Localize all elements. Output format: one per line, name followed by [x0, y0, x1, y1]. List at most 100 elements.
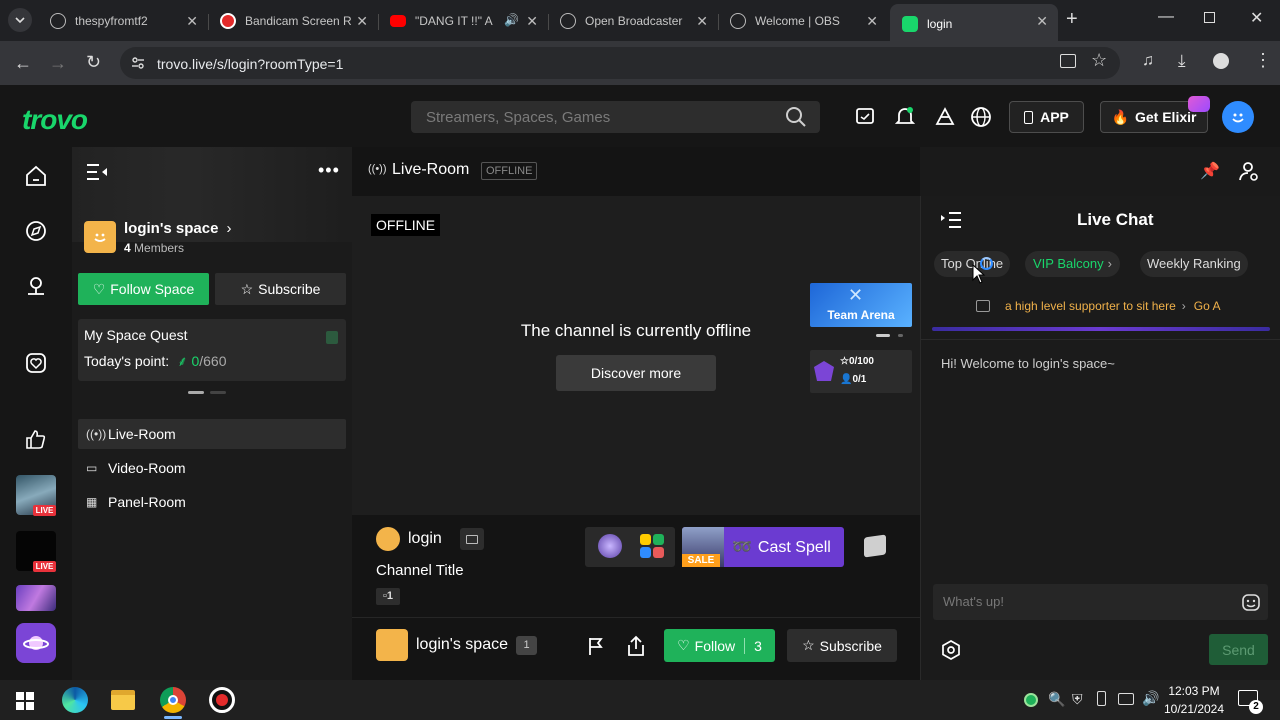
- file-explorer-icon[interactable]: [111, 690, 135, 710]
- bookmark-star-icon[interactable]: ☆: [1091, 50, 1107, 71]
- new-tab-button[interactable]: +: [1066, 8, 1078, 31]
- reload-icon[interactable]: ↻: [86, 52, 101, 73]
- back-icon[interactable]: ←: [14, 53, 32, 74]
- heart-icon[interactable]: [18, 345, 54, 381]
- profile-icon[interactable]: [1213, 53, 1229, 69]
- close-icon[interactable]: ✕: [356, 13, 368, 30]
- download-icon[interactable]: ⤓: [1178, 51, 1186, 71]
- thumbs-up-icon[interactable]: [18, 422, 54, 458]
- collapse-sidebar-icon[interactable]: [85, 163, 109, 181]
- user-avatar[interactable]: [1222, 101, 1254, 133]
- astronaut-gift-icon[interactable]: [598, 534, 622, 558]
- footer-subscribe-button[interactable]: ☆ Subscribe: [787, 629, 897, 662]
- location-icon[interactable]: [18, 268, 54, 304]
- sidebar-item-live-room[interactable]: ((•)) Live-Room: [78, 419, 346, 449]
- media-controls-icon[interactable]: ♫: [1142, 52, 1154, 70]
- chat-tab-weekly-ranking[interactable]: Weekly Ranking: [1140, 251, 1248, 277]
- chrome-icon[interactable]: [160, 687, 186, 713]
- follow-space-button[interactable]: ♡ Follow Space: [78, 273, 209, 305]
- browser-tab[interactable]: Open Broadcaster ✕: [548, 6, 719, 36]
- space-name[interactable]: login's space ›: [124, 220, 231, 237]
- room-status-badge: OFFLINE: [481, 162, 538, 180]
- usb-tray-icon[interactable]: [1097, 691, 1106, 706]
- report-flag-icon[interactable]: [586, 636, 606, 656]
- close-icon[interactable]: ✕: [526, 13, 538, 30]
- sidebar-item-video-room[interactable]: ▭ Video-Room: [78, 453, 346, 483]
- browser-tab[interactable]: "DANG IT !!" A 🔊 ✕: [378, 6, 549, 36]
- clock-time[interactable]: 12:03 PM: [1166, 684, 1222, 698]
- chat-tab-vip-balcony[interactable]: VIP Balcony ›: [1025, 251, 1120, 277]
- close-icon[interactable]: ✕: [1036, 13, 1048, 30]
- obs-tray-icon[interactable]: [1024, 693, 1038, 707]
- app-button[interactable]: APP: [1009, 101, 1084, 133]
- search-icon[interactable]: [785, 106, 807, 128]
- streamer-name[interactable]: login: [408, 530, 442, 548]
- chat-settings-icon[interactable]: [941, 640, 961, 660]
- carousel-indicator: [210, 391, 226, 394]
- close-icon[interactable]: ✕: [186, 13, 198, 30]
- restore-button[interactable]: [1204, 12, 1215, 23]
- windows-start-icon[interactable]: [16, 692, 34, 710]
- games-icon[interactable]: [934, 106, 956, 128]
- streamer-avatar[interactable]: [376, 527, 400, 551]
- followed-channel-avatar[interactable]: [16, 585, 56, 611]
- message-icon[interactable]: [460, 528, 484, 550]
- notification-bell-icon[interactable]: [895, 106, 915, 128]
- tab-search-button[interactable]: [8, 8, 32, 32]
- close-icon[interactable]: ✕: [696, 13, 708, 30]
- mail-icon[interactable]: [976, 300, 990, 312]
- minimize-button[interactable]: —: [1158, 8, 1174, 26]
- security-tray-icon[interactable]: ⛨: [1072, 691, 1083, 708]
- collapse-chat-icon[interactable]: [940, 211, 962, 229]
- home-icon[interactable]: [18, 158, 54, 194]
- tab-title: "DANG IT !!" A: [415, 14, 493, 28]
- follow-button[interactable]: ♡ Follow 3: [664, 629, 775, 662]
- globe-icon: [50, 13, 66, 29]
- apps-gift-icon[interactable]: [640, 534, 664, 558]
- chat-input-placeholder: What's up!: [943, 594, 1005, 609]
- browser-tab[interactable]: Bandicam Screen R ✕: [208, 6, 379, 36]
- bandicam-icon[interactable]: [209, 687, 235, 713]
- menu-icon[interactable]: ⋮: [1254, 50, 1272, 71]
- install-app-icon[interactable]: [1060, 54, 1076, 68]
- chat-ticker[interactable]: a high level supporter to sit here › Go A: [1005, 299, 1233, 313]
- site-info-icon[interactable]: [130, 55, 144, 69]
- chat-message-icon[interactable]: [855, 107, 875, 127]
- planet-space-icon[interactable]: [16, 623, 56, 663]
- send-button[interactable]: Send: [1209, 634, 1268, 665]
- sidebar-item-panel-room[interactable]: ▦ Panel-Room: [78, 487, 346, 517]
- more-options-icon[interactable]: •••: [318, 160, 340, 181]
- network-tray-icon[interactable]: [1118, 693, 1134, 705]
- browser-tab-active[interactable]: login ✕: [890, 4, 1058, 41]
- ticker-underline: [932, 327, 1270, 331]
- edge-icon[interactable]: [62, 687, 88, 713]
- pin-icon[interactable]: 📌: [1200, 161, 1220, 181]
- user-settings-icon[interactable]: [1238, 160, 1260, 182]
- browser-tab[interactable]: Welcome | OBS ✕: [718, 6, 888, 36]
- url-text[interactable]: trovo.live/s/login?roomType=1: [157, 56, 343, 72]
- close-icon[interactable]: ✕: [866, 13, 878, 30]
- volume-tray-icon[interactable]: 🔊: [1142, 690, 1159, 707]
- explore-icon[interactable]: [18, 213, 54, 249]
- space-avatar[interactable]: [84, 221, 116, 253]
- language-globe-icon[interactable]: [970, 106, 992, 128]
- footer-space-badge: 1: [516, 636, 537, 655]
- close-window-button[interactable]: ✕: [1250, 8, 1263, 28]
- discover-more-button[interactable]: Discover more: [556, 355, 716, 391]
- search-tray-icon[interactable]: 🔍: [1048, 691, 1065, 708]
- team-arena-banner[interactable]: ✕ Team Arena: [810, 283, 912, 327]
- live-badge: LIVE: [33, 561, 56, 572]
- clock-date[interactable]: 10/21/2024: [1162, 702, 1226, 716]
- subscribe-button[interactable]: ☆ Subscribe: [215, 273, 346, 305]
- forward-icon[interactable]: →: [49, 53, 67, 74]
- gift-box-icon[interactable]: [864, 534, 886, 558]
- browser-tab[interactable]: thespyfromtf2 ✕: [38, 6, 209, 36]
- speaker-icon[interactable]: 🔊: [504, 13, 519, 27]
- elixir-gift-icon: [1188, 96, 1210, 112]
- heart-icon: ♡: [677, 637, 690, 653]
- share-icon[interactable]: [626, 635, 646, 657]
- footer-space-avatar[interactable]: [376, 629, 408, 661]
- trovo-logo[interactable]: trovo: [22, 104, 88, 136]
- footer-space-name[interactable]: login's space: [416, 636, 508, 654]
- emoji-icon[interactable]: [1241, 592, 1261, 612]
